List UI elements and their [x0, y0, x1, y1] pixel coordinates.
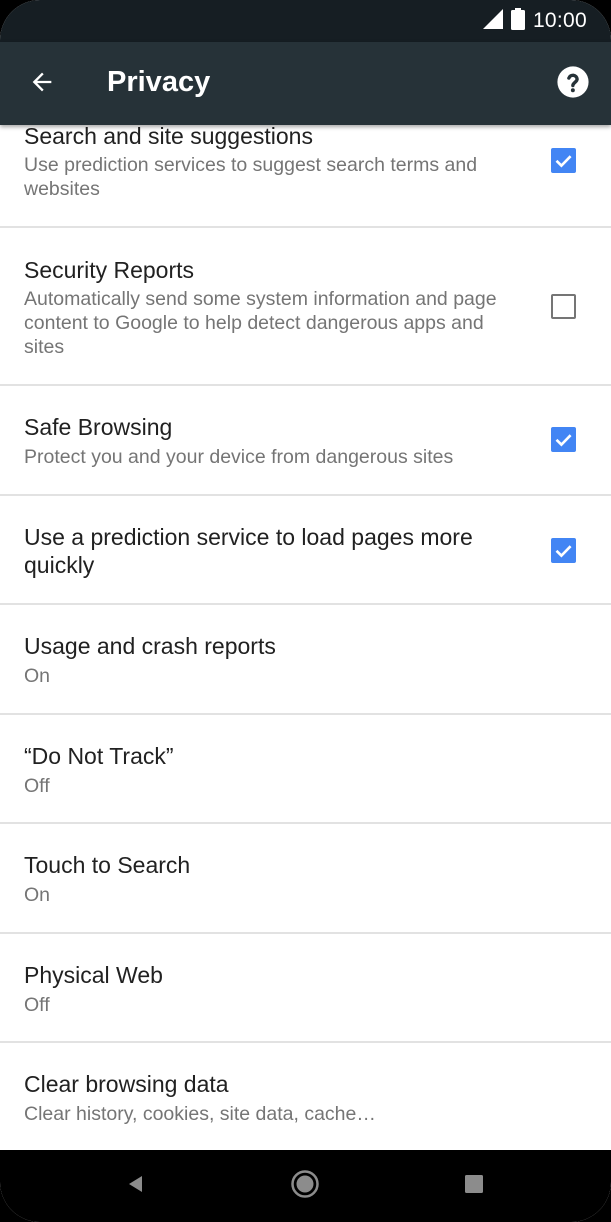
- setting-subtitle: Off: [24, 994, 50, 1016]
- prediction-service-checkbox[interactable]: [551, 538, 576, 563]
- setting-do-not-track[interactable]: “Do Not Track” Off: [0, 715, 611, 824]
- setting-physical-web[interactable]: Physical Web Off: [0, 934, 611, 1043]
- setting-usage-crash-reports[interactable]: Usage and crash reports On: [0, 605, 611, 715]
- nav-home-icon: [290, 1169, 320, 1204]
- nav-home-button[interactable]: [285, 1166, 325, 1206]
- setting-clear-browsing-data[interactable]: Clear browsing data Clear history, cooki…: [0, 1043, 611, 1150]
- setting-subtitle: Use prediction services to suggest searc…: [24, 154, 478, 200]
- signal-icon: [482, 8, 503, 34]
- setting-safe-browsing[interactable]: Safe Browsing Protect you and your devic…: [0, 386, 611, 496]
- help-button[interactable]: [553, 64, 593, 104]
- status-icons: 10:00: [482, 7, 587, 35]
- setting-subtitle: On: [24, 884, 51, 906]
- page-title: Privacy: [107, 66, 211, 98]
- safe-browsing-checkbox[interactable]: [551, 427, 576, 452]
- search-suggestions-checkbox[interactable]: [551, 148, 576, 173]
- help-icon: [556, 65, 590, 104]
- status-bar: 10:00: [0, 0, 611, 42]
- setting-title: Touch to Search: [24, 852, 191, 878]
- setting-title: Safe Browsing: [24, 414, 173, 440]
- nav-back-icon: [126, 1174, 146, 1199]
- settings-list: Search and site suggestions Use predicti…: [0, 125, 611, 1150]
- status-time: 10:00: [532, 9, 587, 32]
- security-reports-checkbox[interactable]: [551, 294, 576, 319]
- nav-back-button[interactable]: [116, 1166, 156, 1206]
- setting-subtitle: Automatically send some system informati…: [24, 288, 497, 358]
- arrow-back-icon: [28, 68, 56, 101]
- app-bar: Privacy: [0, 42, 611, 125]
- setting-touch-to-search[interactable]: Touch to Search On: [0, 824, 611, 934]
- setting-title: Usage and crash reports: [24, 633, 276, 659]
- nav-recents-icon: [465, 1174, 483, 1198]
- setting-title: “Do Not Track”: [24, 743, 174, 769]
- back-button[interactable]: [22, 64, 62, 104]
- setting-title: Security Reports: [24, 257, 195, 283]
- setting-subtitle: On: [24, 665, 51, 687]
- setting-title: Physical Web: [24, 962, 163, 988]
- setting-subtitle: Protect you and your device from dangero…: [24, 446, 454, 468]
- navigation-bar: [0, 1150, 611, 1222]
- setting-search-suggestions[interactable]: Search and site suggestions Use predicti…: [0, 125, 611, 228]
- setting-title: Use a prediction service to load pages m…: [24, 524, 473, 578]
- setting-subtitle: Clear history, cookies, site data, cache…: [24, 1103, 376, 1125]
- phone-screen: 10:00 Privacy Search and site suggestion…: [0, 0, 611, 1222]
- setting-security-reports[interactable]: Security Reports Automatically send some…: [0, 228, 611, 386]
- setting-prediction-service[interactable]: Use a prediction service to load pages m…: [0, 496, 611, 605]
- setting-title: Clear browsing data: [24, 1071, 229, 1097]
- battery-icon: [510, 7, 525, 35]
- nav-recents-button[interactable]: [454, 1166, 494, 1206]
- setting-title: Search and site suggestions: [24, 125, 313, 149]
- setting-subtitle: Off: [24, 775, 50, 797]
